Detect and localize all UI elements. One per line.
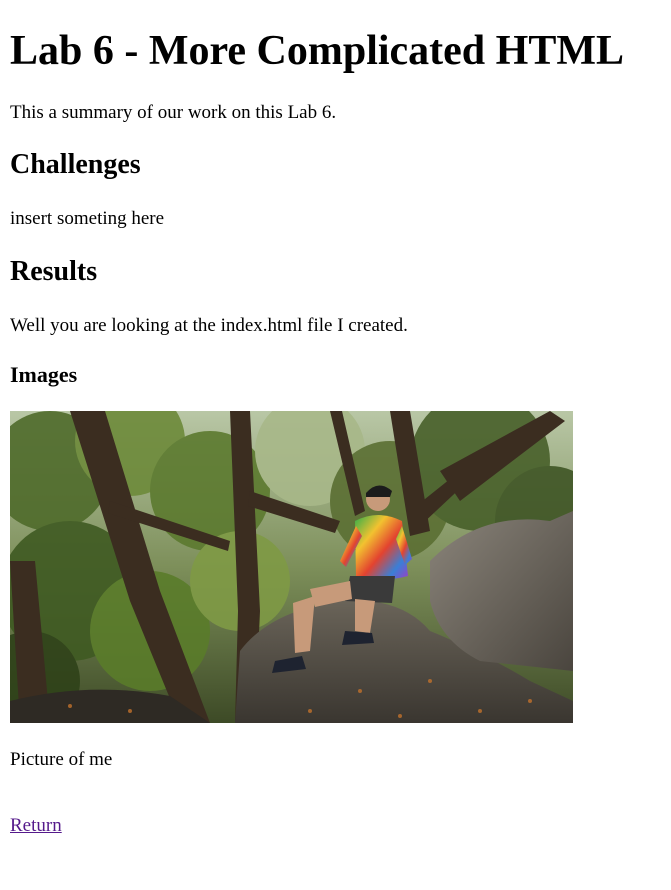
results-text: Well you are looking at the index.html f… xyxy=(10,315,408,336)
challenges-heading: Challenges xyxy=(10,149,141,180)
page-title: Lab 6 - More Complicated HTML xyxy=(10,28,625,74)
results-heading: Results xyxy=(10,256,98,287)
profile-photo xyxy=(10,411,573,723)
return-link[interactable]: Return xyxy=(10,814,62,838)
images-heading: Images xyxy=(10,362,78,387)
summary-text: This a summary of our work on this Lab 6… xyxy=(10,102,337,123)
image-caption: Picture of me xyxy=(10,749,113,770)
challenges-text: insert someting here xyxy=(10,208,165,229)
page: Lab 6 - More Complicated HTML This a sum… xyxy=(0,0,671,890)
